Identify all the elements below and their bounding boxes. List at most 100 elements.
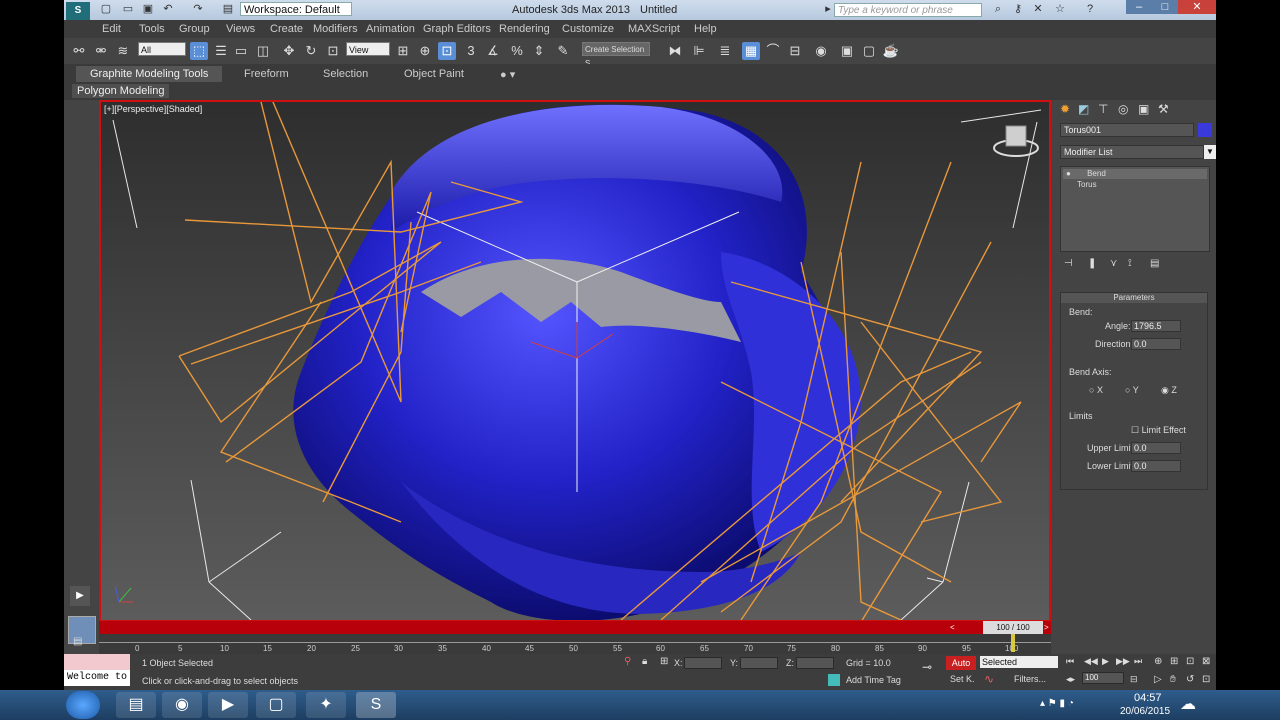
- absolute-mode-icon[interactable]: ⊞: [660, 656, 668, 667]
- menu-animation[interactable]: Animation: [366, 23, 415, 35]
- taskbar-chrome[interactable]: ◉: [162, 692, 202, 718]
- rendered-frame-icon[interactable]: ▢: [860, 42, 878, 60]
- time-slider-prev-icon[interactable]: <: [950, 623, 955, 632]
- pivot-center-icon[interactable]: ⊞: [394, 42, 412, 60]
- configure-sets-icon[interactable]: ▤: [1150, 258, 1159, 269]
- snaps-toggle-icon[interactable]: 3: [462, 42, 480, 60]
- mini-curve-editor-icon[interactable]: ▤: [73, 636, 82, 647]
- parameters-header[interactable]: Parameters: [1061, 293, 1207, 303]
- time-tag-icon[interactable]: [828, 674, 840, 686]
- zoom-all-icon[interactable]: ⊞: [1170, 656, 1178, 667]
- fov-icon[interactable]: ▷: [1154, 674, 1162, 685]
- menu-help[interactable]: Help: [694, 23, 717, 35]
- perspective-viewport[interactable]: [+][Perspective][Shaded]: [99, 100, 1051, 622]
- angle-snap-icon[interactable]: ∡: [484, 42, 502, 60]
- select-and-link-icon[interactable]: ⚯: [70, 42, 88, 60]
- start-button[interactable]: [66, 691, 100, 719]
- zoom-extents-all-icon[interactable]: ⊠: [1202, 656, 1210, 667]
- time-slider-thumb[interactable]: 100 / 100: [983, 621, 1043, 634]
- selection-lock-icon[interactable]: 🔒︎: [642, 656, 647, 667]
- orbit-icon[interactable]: ↺: [1186, 674, 1194, 685]
- new-file-icon[interactable]: ▢: [100, 3, 112, 15]
- modifier-list-dropdown[interactable]: Modifier List: [1060, 145, 1204, 159]
- search-input[interactable]: Type a keyword or phrase: [834, 3, 982, 17]
- maximize-viewport-icon[interactable]: ⊡: [1202, 674, 1210, 685]
- menu-edit[interactable]: Edit: [102, 23, 121, 35]
- time-slider-next-icon[interactable]: >: [1044, 623, 1049, 632]
- utilities-tab-icon[interactable]: ⚒: [1158, 102, 1169, 116]
- select-by-name-icon[interactable]: ☰: [212, 42, 230, 60]
- go-to-start-icon[interactable]: ⏮: [1066, 656, 1074, 667]
- app-logo-icon[interactable]: S: [66, 2, 90, 20]
- axis-y-radio[interactable]: ○ Y: [1125, 385, 1139, 395]
- tab-object-paint[interactable]: Object Paint: [404, 68, 464, 80]
- edit-named-selection-icon[interactable]: ✎: [554, 42, 572, 60]
- remove-modifier-icon[interactable]: ⟟: [1128, 258, 1132, 269]
- redo-icon[interactable]: ↷: [192, 3, 204, 15]
- maxscript-listener-pink[interactable]: [64, 654, 130, 670]
- modifier-list-arrow-icon[interactable]: ▼: [1204, 145, 1216, 159]
- unlink-icon[interactable]: ⚮: [92, 42, 110, 60]
- bind-space-warp-icon[interactable]: ≋: [114, 42, 132, 60]
- make-unique-icon[interactable]: ⋎: [1110, 258, 1117, 269]
- clock-date[interactable]: 20/06/2015: [1120, 706, 1170, 717]
- light-bulb-icon[interactable]: ●: [1066, 169, 1071, 178]
- menu-views[interactable]: Views: [226, 23, 255, 35]
- help-icon[interactable]: ?: [1084, 3, 1096, 15]
- current-frame-field[interactable]: 100: [1082, 672, 1124, 684]
- tab-selection[interactable]: Selection: [323, 68, 368, 80]
- show-end-result-icon[interactable]: ❚: [1088, 258, 1096, 269]
- menu-maxscript[interactable]: MAXScript: [628, 23, 680, 35]
- object-color-swatch[interactable]: [1198, 123, 1212, 137]
- taskbar-explorer[interactable]: ▤: [116, 692, 156, 718]
- curve-editor-icon[interactable]: ⌒: [764, 42, 782, 60]
- select-manipulate-icon[interactable]: ⊕: [416, 42, 434, 60]
- favorites-icon[interactable]: ☆: [1054, 3, 1066, 15]
- render-production-icon[interactable]: ☕: [882, 42, 900, 60]
- scale-icon[interactable]: ⊡: [324, 42, 342, 60]
- add-time-tag[interactable]: Add Time Tag: [846, 675, 901, 685]
- select-object-icon[interactable]: ⬚: [190, 42, 208, 60]
- window-crossing-icon[interactable]: ◫: [254, 42, 272, 60]
- x-coordinate-field[interactable]: [684, 657, 722, 669]
- tray-icons[interactable]: ▴ ⚑ ▮ ◔: [1040, 698, 1074, 709]
- menu-modifiers[interactable]: Modifiers: [313, 23, 358, 35]
- viewport-layout-play-icon[interactable]: ▶: [70, 586, 90, 606]
- direction-spinner[interactable]: 0.0: [1131, 338, 1181, 350]
- upper-limit-spinner[interactable]: 0.0: [1131, 442, 1181, 454]
- set-key-button[interactable]: Set K.: [950, 674, 975, 684]
- open-file-icon[interactable]: ▭: [122, 3, 134, 15]
- minimize-button[interactable]: –: [1126, 0, 1152, 14]
- close-button[interactable]: ✕: [1178, 0, 1216, 14]
- menu-customize[interactable]: Customize: [562, 23, 614, 35]
- object-name-input[interactable]: Torus001: [1060, 123, 1194, 137]
- z-coordinate-field[interactable]: [796, 657, 834, 669]
- schematic-view-icon[interactable]: ⊟: [786, 42, 804, 60]
- material-editor-icon[interactable]: ◉: [812, 42, 830, 60]
- y-coordinate-field[interactable]: [740, 657, 778, 669]
- pin-stack-icon[interactable]: ⊣: [1064, 258, 1073, 269]
- reference-coordinate-dropdown[interactable]: View: [346, 42, 390, 56]
- clock-time[interactable]: 04:57: [1134, 692, 1162, 704]
- previous-frame-icon[interactable]: ◀◀: [1084, 656, 1098, 667]
- selection-filter-dropdown[interactable]: All: [138, 42, 186, 56]
- hierarchy-tab-icon[interactable]: ⊤: [1098, 102, 1108, 116]
- menu-create[interactable]: Create: [270, 23, 303, 35]
- binoculars-icon[interactable]: ⌕: [992, 3, 1004, 15]
- menu-group[interactable]: Group: [179, 23, 210, 35]
- taskbar-paint[interactable]: ▢: [256, 692, 296, 718]
- maximize-button[interactable]: □: [1152, 0, 1178, 14]
- tab-graphite-modeling-tools[interactable]: Graphite Modeling Tools: [76, 66, 223, 82]
- create-tab-icon[interactable]: ✹: [1060, 102, 1070, 116]
- motion-tab-icon[interactable]: ◎: [1118, 102, 1128, 116]
- display-tab-icon[interactable]: ▣: [1138, 102, 1149, 116]
- taskbar-unity[interactable]: ✦: [306, 692, 346, 718]
- graphite-toggle-icon[interactable]: ▦: [742, 42, 760, 60]
- communication-icon[interactable]: ✕: [1032, 3, 1044, 15]
- mirror-icon[interactable]: ⧓: [666, 42, 684, 60]
- rect-selection-icon[interactable]: ▭: [232, 42, 250, 60]
- taskbar-3dsmax[interactable]: S: [356, 692, 396, 718]
- keyboard-shortcut-override-icon[interactable]: ⊡: [438, 42, 456, 60]
- limit-effect-checkbox[interactable]: ☐ Limit Effect: [1131, 425, 1186, 436]
- search-arrow-icon[interactable]: ▸: [822, 3, 834, 15]
